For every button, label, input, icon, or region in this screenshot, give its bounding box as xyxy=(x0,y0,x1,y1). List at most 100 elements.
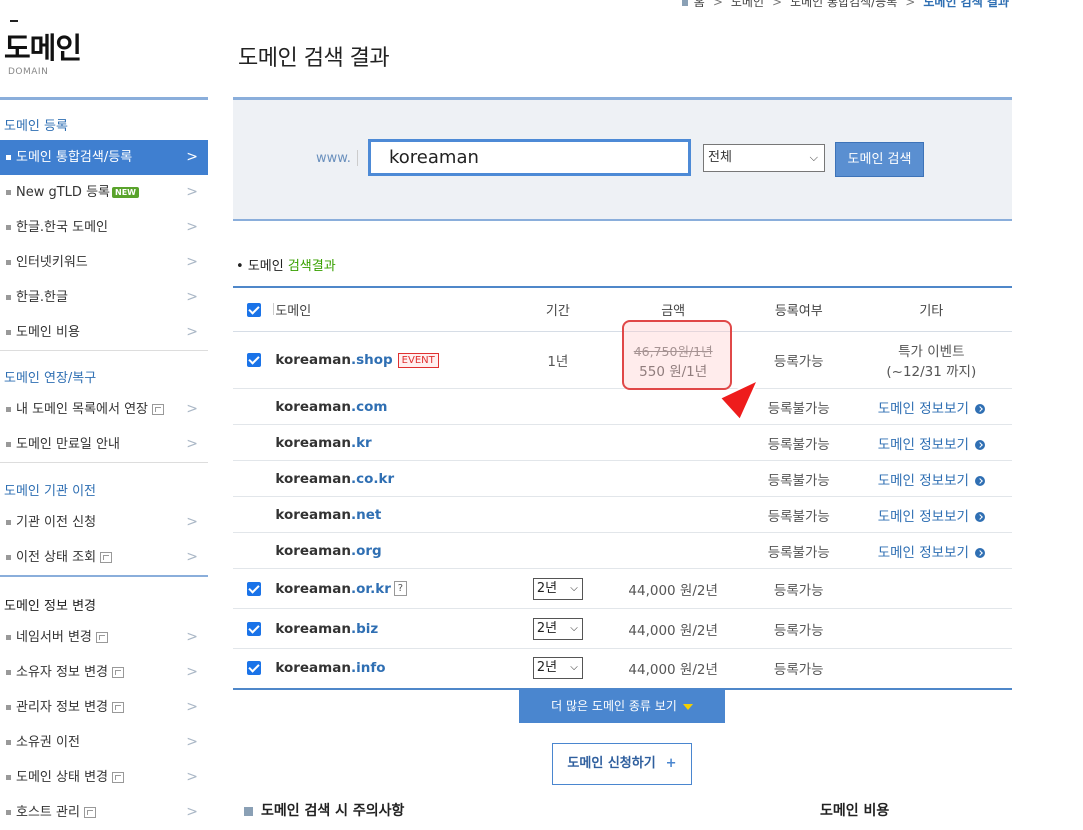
page-title: 도메인 검색 결과 xyxy=(238,46,390,71)
new-window-icon xyxy=(95,632,108,643)
nav-item-ownership-transfer[interactable]: 소유권 이전 > xyxy=(0,725,208,760)
arrow-circle-icon xyxy=(974,475,985,486)
nav-item-admin-info[interactable]: 관리자 정보 변경 > xyxy=(0,690,208,725)
nav-subtitle: DOMAIN xyxy=(8,67,49,77)
domain-search-input[interactable] xyxy=(368,139,691,176)
nav-group-title[interactable]: 도메인 연장/복구 xyxy=(0,366,208,392)
domain-info-label: 도메인 정보보기 xyxy=(877,508,969,525)
nav-item-hangul-hangul[interactable]: 한글.한글 > xyxy=(0,280,208,315)
nav-item-domain-cost[interactable]: 도메인 비용 > xyxy=(0,315,208,350)
breadcrumb-home[interactable]: 홈 xyxy=(694,0,705,9)
tld-scope-select[interactable]: 전체 ⌵ xyxy=(703,144,825,172)
nav-item-transfer-apply[interactable]: 기관 이전 신청 > xyxy=(0,505,208,540)
domain-name: koreaman xyxy=(275,398,351,415)
chevron-down-icon: ⌵ xyxy=(570,622,578,634)
domain-cell: koreaman.net xyxy=(274,496,517,533)
help-icon[interactable]: ? xyxy=(393,581,407,596)
price-cell xyxy=(599,496,747,533)
nav-item-owner-info[interactable]: 소유자 정보 변경 > xyxy=(0,655,208,690)
nav-item-host-manage[interactable]: 호스트 관리 > xyxy=(0,795,208,830)
row-checkbox[interactable] xyxy=(246,581,261,596)
period-value: 2년 xyxy=(536,620,558,636)
nav-item-label: 한글.한글 xyxy=(16,290,68,305)
domain-search-button[interactable]: 도메인 검색 xyxy=(835,142,924,177)
domain-info-link[interactable]: 도메인 정보보기 xyxy=(878,509,985,525)
domain-info-label: 도메인 정보보기 xyxy=(877,544,969,561)
table-row: koreaman.com 등록불가능 도메인 정보보기 xyxy=(233,388,1012,425)
period-select[interactable]: 2년 ⌵ xyxy=(532,577,583,600)
row-checkbox[interactable] xyxy=(246,353,261,367)
event-title: 특가 이벤트 xyxy=(898,344,965,360)
triangle-down-icon xyxy=(682,703,693,710)
nav-item-nameserver[interactable]: 네임서버 변경 > xyxy=(0,620,208,655)
breadcrumb-domain[interactable]: 도메인 xyxy=(731,0,764,9)
period-select[interactable]: 2년 ⌵ xyxy=(532,617,583,640)
breadcrumb: 홈 > 도메인 > 도메인 통합검색/등록 > 도메인 검색 결과 xyxy=(681,0,1009,10)
period-cell xyxy=(516,460,600,497)
etc-cell: 도메인 정보보기 xyxy=(850,532,1012,569)
period-value: 2년 xyxy=(536,580,558,596)
nav-item-label: 네임서버 변경 xyxy=(16,630,92,645)
row-checkbox[interactable] xyxy=(246,661,261,676)
nav-item-label: 소유자 정보 변경 xyxy=(16,665,108,680)
nav-item-new-gtld[interactable]: New gTLD 등록 NEW > xyxy=(0,175,208,210)
chevron-right-icon: > xyxy=(186,549,198,565)
price-highlight-box xyxy=(622,320,732,390)
nav-item-hangul-korea[interactable]: 한글.한국 도메인 > xyxy=(0,210,208,245)
domain-info-link[interactable]: 도메인 정보보기 xyxy=(878,545,985,561)
cost-section-title: 도메인 비용 xyxy=(820,803,890,819)
header-status: 등록여부 xyxy=(746,286,851,332)
title-decoration xyxy=(10,20,18,22)
domain-info-link[interactable]: 도메인 정보보기 xyxy=(878,401,985,417)
nav-item-label: 도메인 비용 xyxy=(16,325,80,340)
nav-item-label: 이전 상태 조회 xyxy=(16,550,97,565)
nav-item-renew-list[interactable]: 내 도메인 목록에서 연장 > xyxy=(0,392,208,427)
row-checkbox-cell xyxy=(233,496,275,533)
row-checkbox[interactable] xyxy=(246,621,261,636)
arrow-circle-icon xyxy=(974,439,985,450)
apply-domain-button[interactable]: 도메인 신청하기 + xyxy=(552,743,692,785)
nav-item-internet-keyword[interactable]: 인터넷키워드 > xyxy=(0,245,208,280)
nav-item-expiry-notice[interactable]: 도메인 만료일 안내 > xyxy=(0,427,208,462)
domain-cell: koreaman.kr xyxy=(274,424,517,461)
period-cell: 1년 xyxy=(516,331,600,389)
nav-group-title[interactable]: 도메인 기관 이전 xyxy=(0,479,208,505)
nav-item-label: New gTLD 등록 xyxy=(16,185,110,200)
domain-info-label: 도메인 정보보기 xyxy=(877,472,969,489)
status-cell: 등록가능 xyxy=(746,648,851,690)
chevron-right-icon: > xyxy=(186,734,198,750)
chevron-right-icon: > xyxy=(186,769,198,785)
breadcrumb-search[interactable]: 도메인 통합검색/등록 xyxy=(790,0,897,9)
domain-info-link[interactable]: 도메인 정보보기 xyxy=(878,437,985,453)
apply-domain-label: 도메인 신청하기 xyxy=(567,756,656,771)
bullet-icon xyxy=(6,740,11,745)
chevron-right-icon: > xyxy=(186,804,198,820)
nav-item-transfer-status[interactable]: 이전 상태 조회 > xyxy=(0,540,208,575)
nav-item-label: 관리자 정보 변경 xyxy=(16,700,108,715)
new-window-icon xyxy=(112,667,124,678)
chevron-right-icon: > xyxy=(186,289,198,305)
domain-info-label: 도메인 정보보기 xyxy=(877,400,969,417)
new-window-icon xyxy=(83,807,96,818)
period-select[interactable]: 2년 ⌵ xyxy=(532,657,583,680)
new-window-icon xyxy=(112,702,124,713)
price-cell xyxy=(599,532,747,569)
bullet-icon xyxy=(6,555,11,560)
domain-ext: .org xyxy=(350,542,382,559)
domain-name: koreaman xyxy=(275,506,351,523)
select-all-checkbox[interactable] xyxy=(246,302,261,317)
nav-item-label: 한글.한국 도메인 xyxy=(16,220,108,235)
period-cell xyxy=(516,388,600,425)
chevron-right-icon: > xyxy=(186,664,198,680)
domain-name: koreaman xyxy=(275,434,351,451)
more-domains-button[interactable]: 더 많은 도메인 종류 보기 xyxy=(519,689,725,723)
nav-item-domain-status[interactable]: 도메인 상태 변경 > xyxy=(0,760,208,795)
more-domains-label: 더 많은 도메인 종류 보기 xyxy=(551,699,677,713)
arrow-circle-icon xyxy=(974,547,985,558)
domain-info-link[interactable]: 도메인 정보보기 xyxy=(878,473,985,489)
nav-group-title[interactable]: 도메인 등록 xyxy=(0,114,208,140)
nav-item-integrated-search[interactable]: 도메인 통합검색/등록 > xyxy=(0,140,208,175)
period-cell xyxy=(516,424,600,461)
status-cell: 등록불가능 xyxy=(746,388,851,425)
nav-group-title[interactable]: 도메인 정보 변경 xyxy=(0,594,208,620)
